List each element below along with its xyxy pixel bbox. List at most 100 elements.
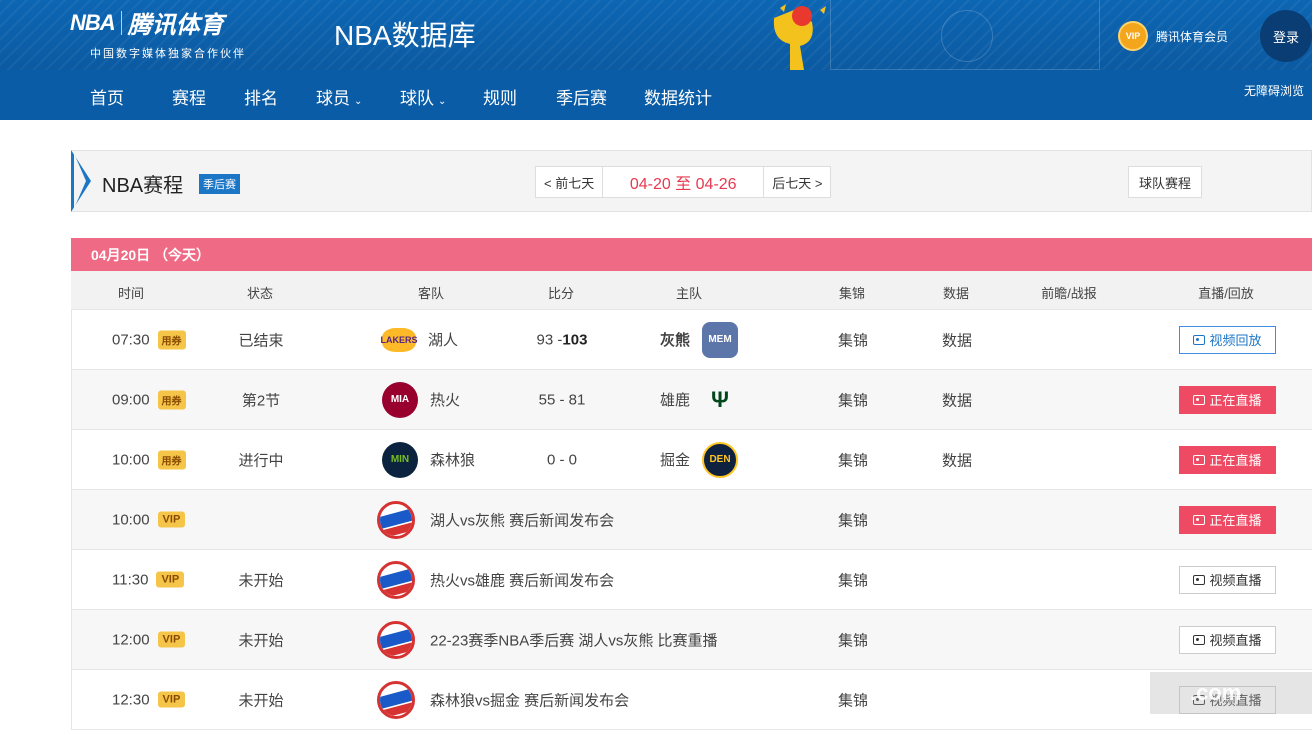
event-status: 未开始 [238,572,284,589]
score: 0 - 0 [547,451,577,468]
action-label: 正在直播 [1209,453,1262,468]
nav-label: 球员 [316,89,350,108]
event-title[interactable]: 22-23赛季NBA季后赛 湖人vs灰熊 比赛重播 [430,629,718,650]
table-row: 11:30 VIP 未开始 热火vs雄鹿 赛后新闻发布会 集锦 视频直播 [71,550,1312,610]
nav-item-players[interactable]: 球员 ⌄ [316,84,362,109]
coupon-tag: 用券 [157,390,186,409]
event-time: 10:00 [112,511,150,528]
replay-icon [1193,334,1206,345]
away-team-name: 湖人 [428,332,459,349]
nav-label: 首页 [90,89,124,108]
away-team[interactable]: MIN 森林狼 [382,441,475,478]
site-title: NBA数据库 [334,20,476,51]
nav-label: 球队 [400,89,434,108]
vip-member-label: 腾讯体育会员 [1156,29,1229,44]
live-now-button[interactable]: 正在直播 [1179,505,1276,534]
nav-label: 规则 [483,89,517,108]
highlights-link[interactable]: 集锦 [838,449,868,470]
home-score: 0 [568,451,578,468]
time-cell: 11:30 VIP [112,571,185,588]
highlights-link[interactable]: 集锦 [838,689,868,710]
away-team[interactable]: MIA 热火 [382,381,460,418]
grizzlies-logo-icon: MEM [702,321,739,358]
table-row: 10:00 VIP 湖人vs灰熊 赛后新闻发布会 集锦 正在直播 [71,490,1312,550]
tencent-sports-logo: 腾讯体育 [127,12,224,39]
highlights-link[interactable]: 集锦 [838,569,868,590]
time-cell: 10:00 VIP [112,511,186,528]
nav-item-standings[interactable]: 排名 [244,84,278,109]
site-header: NBA 腾讯体育 中国数字媒体独家合作伙伴 NBA数据库 VIP 腾讯体育会员 … [0,0,1312,120]
timberwolves-logo-icon: MIN [382,441,418,478]
stats-link[interactable]: 数据 [942,449,972,470]
live-icon [1193,454,1206,465]
col-live: 直播/回放 [1198,286,1254,301]
coupon-tag: 用券 [157,450,186,469]
vip-crown-icon: VIP [1118,21,1148,51]
accessible-browse-link[interactable]: 无障碍浏览 [1244,82,1304,99]
nav-item-schedule[interactable]: 赛程 [172,84,206,109]
team-schedule-button[interactable]: 球队赛程 [1128,166,1203,198]
highlights-link[interactable]: 集锦 [838,629,868,650]
nuggets-logo-icon: DEN [702,441,739,478]
event-status: 未开始 [238,692,284,709]
nav-item-rules[interactable]: 规则 [483,84,517,109]
event-title[interactable]: 热火vs雄鹿 赛后新闻发布会 [430,569,614,590]
live-now-button[interactable]: 正在直播 [1179,445,1276,474]
stats-link[interactable]: 数据 [942,329,972,350]
logo-divider [120,10,122,35]
watermark: .com [1150,672,1312,714]
stats-link[interactable]: 数据 [942,389,972,410]
game-status: 进行中 [238,452,284,469]
table-row: 10:00 用券 进行中 MIN 森林狼 0 - 0 掘金 DEN 集锦 数据 … [71,430,1312,490]
live-now-button[interactable]: 正在直播 [1179,385,1276,414]
tencent-sports-ball-icon [377,560,415,599]
nav-item-stats[interactable]: 数据统计 [644,84,712,109]
time-cell: 09:00 用券 [112,390,186,409]
event-time: 12:00 [112,631,150,648]
home-score: 103 [562,331,588,348]
site-logo[interactable]: NBA 腾讯体育 [70,5,224,40]
action-label: 正在直播 [1209,393,1262,408]
video-replay-button[interactable]: 视频回放 [1179,325,1276,354]
home-team[interactable]: 雄鹿 Ψ [660,382,738,418]
home-team[interactable]: 掘金 DEN [660,441,739,478]
col-home: 主队 [675,286,703,301]
table-row: 09:00 用券 第2节 MIA 热火 55 - 81 雄鹿 Ψ 集锦 数据 正… [71,370,1312,430]
score: 55 - 81 [539,391,586,408]
nav-item-playoffs[interactable]: 季后赛 [556,84,607,109]
nav-item-teams[interactable]: 球队 ⌄ [400,84,446,109]
prev-week-button[interactable]: < 前七天 [536,167,602,197]
main-nav: 首页 赛程 排名 球员 ⌄ 球队 ⌄ 规则 季后赛 数据统计 [0,70,1312,120]
highlights-link[interactable]: 集锦 [838,389,868,410]
next-week-button[interactable]: 后七天 > [764,167,830,197]
time-cell: 07:30 用券 [112,330,186,349]
date-navigator: < 前七天 04-20 至 04-26 后七天 > [535,166,832,198]
live-icon [1193,394,1206,405]
vip-tag: VIP [156,571,185,588]
day-header: 04月20日 （今天） [71,238,1312,271]
game-time: 10:00 [112,451,150,468]
live-icon [1193,514,1206,525]
event-status: 未开始 [238,632,284,649]
schedule-title-bar: NBA赛程 季后赛 < 前七天 04-20 至 04-26 后七天 > 球队赛程 [71,150,1312,212]
bucks-logo-icon: Ψ [711,386,729,412]
video-live-button[interactable]: 视频直播 [1179,565,1276,594]
home-team-name: 灰熊 [660,332,691,349]
vip-member-link[interactable]: VIP 腾讯体育会员 [1118,21,1228,51]
chevron-down-icon: ⌄ [438,96,447,107]
event-title[interactable]: 湖人vs灰熊 赛后新闻发布会 [430,509,614,530]
event-title[interactable]: 森林狼vs掘金 赛后新闻发布会 [430,689,629,710]
table-row: 12:30 VIP 未开始 森林狼vs掘金 赛后新闻发布会 集锦 视频直播 [71,670,1312,730]
tencent-sports-ball-icon [377,680,415,719]
away-score: 0 [546,451,556,468]
coupon-tag: 用券 [157,330,186,349]
login-button[interactable]: 登录 [1260,10,1312,62]
highlights-link[interactable]: 集锦 [838,329,868,350]
tencent-sports-ball-icon [377,620,415,659]
col-preview: 前瞻/战报 [1041,286,1097,301]
away-team[interactable]: LAKERS 湖人 [381,327,459,352]
highlights-link[interactable]: 集锦 [838,509,868,530]
home-team[interactable]: 灰熊 MEM [660,321,739,358]
video-live-button[interactable]: 视频直播 [1179,625,1276,654]
nav-item-home[interactable]: 首页 [90,84,124,109]
